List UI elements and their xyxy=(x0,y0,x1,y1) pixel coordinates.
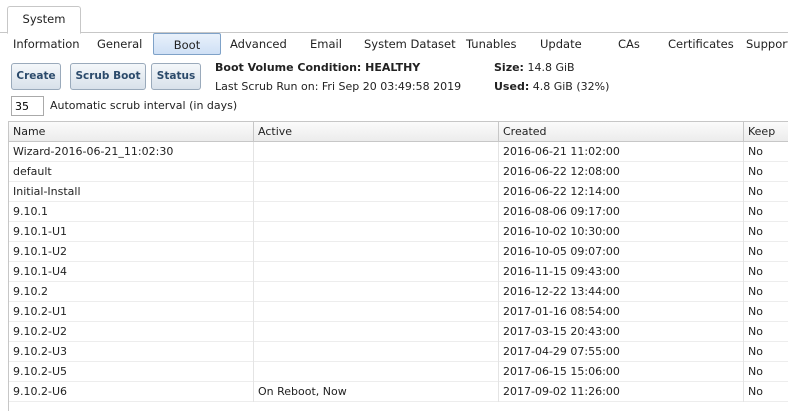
subnav-information[interactable]: Information xyxy=(13,33,80,55)
cell-active xyxy=(254,222,499,242)
grid-header: Name Active Created Keep xyxy=(9,122,788,142)
scrub-interval-input[interactable] xyxy=(11,96,44,116)
cell-created: 2016-10-05 09:07:00 xyxy=(499,242,744,262)
subnav-cas[interactable]: CAs xyxy=(618,33,640,55)
top-tabstrip: System xyxy=(0,0,788,34)
cell-name: 9.10.2-U3 xyxy=(9,342,254,362)
cell-name: 9.10.1 xyxy=(9,202,254,222)
subnav-email[interactable]: Email xyxy=(310,33,342,55)
column-header-name[interactable]: Name xyxy=(9,122,254,142)
cell-keep: No xyxy=(748,185,763,198)
table-row[interactable]: 9.10.2-U3 2017-04-29 07:55:00 No xyxy=(9,342,788,362)
subnav-update[interactable]: Update xyxy=(540,33,582,55)
cell-name: 9.10.2-U2 xyxy=(9,322,254,342)
boot-volume-condition: Boot Volume Condition: HEALTHY xyxy=(215,61,421,74)
cell-name: 9.10.1-U1 xyxy=(9,222,254,242)
cell-active xyxy=(254,282,499,302)
cell-name: 9.10.2 xyxy=(9,282,254,302)
scrub-interval-label: Automatic scrub interval (in days) xyxy=(50,99,238,112)
status-button[interactable]: Status xyxy=(151,63,201,90)
cell-created: 2017-01-16 08:54:00 xyxy=(499,302,744,322)
cell-active xyxy=(254,182,499,202)
cell-keep: No xyxy=(748,305,763,318)
table-row[interactable]: default 2016-06-22 12:08:00 No xyxy=(9,162,788,182)
cell-active xyxy=(254,162,499,182)
column-header-keep[interactable]: Keep xyxy=(744,122,788,142)
grid-body: Wizard-2016-06-21_11:02:30 2016-06-21 11:… xyxy=(9,142,788,402)
cell-name: 9.10.1-U2 xyxy=(9,242,254,262)
cell-created: 2016-06-22 12:08:00 xyxy=(499,162,744,182)
cell-name: Initial-Install xyxy=(9,182,254,202)
cell-created: 2016-06-21 11:02:00 xyxy=(499,142,744,162)
cell-keep: No xyxy=(748,205,763,218)
cell-active xyxy=(254,322,499,342)
column-header-created[interactable]: Created xyxy=(499,122,744,142)
cell-keep: No xyxy=(748,225,763,238)
cell-keep: No xyxy=(748,385,763,398)
cell-keep: No xyxy=(748,365,763,378)
cell-name: 9.10.2-U1 xyxy=(9,302,254,322)
subnav-general[interactable]: General xyxy=(97,33,142,55)
cell-keep: No xyxy=(748,325,763,338)
used-label: Used: xyxy=(494,80,530,93)
table-row[interactable]: 9.10.1-U1 2016-10-02 10:30:00 No xyxy=(9,222,788,242)
cell-created: 2016-11-15 09:43:00 xyxy=(499,262,744,282)
cell-keep: No xyxy=(748,145,763,158)
cell-created: 2016-10-02 10:30:00 xyxy=(499,222,744,242)
cell-active xyxy=(254,202,499,222)
create-button[interactable]: Create xyxy=(11,63,61,90)
system-subnav: Information General Boot Advanced Email … xyxy=(0,33,788,57)
cell-keep: No xyxy=(748,265,763,278)
size-label: Size: xyxy=(494,61,524,74)
cell-created: 2017-04-29 07:55:00 xyxy=(499,342,744,362)
subnav-system-dataset[interactable]: System Dataset xyxy=(364,33,456,55)
cell-created: 2016-06-22 12:14:00 xyxy=(499,182,744,202)
cell-active xyxy=(254,242,499,262)
table-row[interactable]: 9.10.2 2016-12-22 13:44:00 No xyxy=(9,282,788,302)
table-row[interactable]: 9.10.2-U5 2017-06-15 15:06:00 No xyxy=(9,362,788,382)
subnav-support[interactable]: Support xyxy=(746,33,788,55)
table-row[interactable]: 9.10.1 2016-08-06 09:17:00 No xyxy=(9,202,788,222)
cell-active xyxy=(254,362,499,382)
subnav-boot[interactable]: Boot xyxy=(153,33,221,55)
cell-keep: No xyxy=(748,345,763,358)
cell-name: Wizard-2016-06-21_11:02:30 xyxy=(9,142,254,162)
cell-created: 2017-03-15 20:43:00 xyxy=(499,322,744,342)
used-value: 4.8 GiB (32%) xyxy=(532,80,610,93)
last-scrub-run: Last Scrub Run on: Fri Sep 20 03:49:58 2… xyxy=(215,80,462,93)
tab-system[interactable]: System xyxy=(7,6,81,34)
cell-created: 2016-08-06 09:17:00 xyxy=(499,202,744,222)
cell-keep: No xyxy=(748,285,763,298)
table-row[interactable]: 9.10.1-U2 2016-10-05 09:07:00 No xyxy=(9,242,788,262)
subnav-tunables[interactable]: Tunables xyxy=(466,33,516,55)
cell-keep: No xyxy=(748,245,763,258)
boot-size: Size: 14.8 GiB xyxy=(494,61,575,74)
column-header-active[interactable]: Active xyxy=(254,122,499,142)
cell-name: 9.10.1-U4 xyxy=(9,262,254,282)
size-value: 14.8 GiB xyxy=(527,61,575,74)
table-row[interactable]: 9.10.2-U6 On Reboot, Now 2017-09-02 11:26:… xyxy=(9,382,788,402)
cell-active xyxy=(254,142,499,162)
cell-created: 2016-12-22 13:44:00 xyxy=(499,282,744,302)
cell-keep: No xyxy=(748,165,763,178)
boot-environments-grid: Name Active Created Keep Wizard-2016-06-… xyxy=(8,121,788,411)
cell-created: 2017-09-02 11:26:00 xyxy=(499,382,744,402)
subnav-advanced[interactable]: Advanced xyxy=(230,33,287,55)
cell-active xyxy=(254,342,499,362)
table-row[interactable]: 9.10.2-U1 2017-01-16 08:54:00 No xyxy=(9,302,788,322)
cell-name: 9.10.2-U6 xyxy=(9,382,254,402)
cell-name: default xyxy=(9,162,254,182)
cell-created: 2017-06-15 15:06:00 xyxy=(499,362,744,382)
table-row[interactable]: Wizard-2016-06-21_11:02:30 2016-06-21 11:… xyxy=(9,142,788,162)
table-row[interactable]: 9.10.1-U4 2016-11-15 09:43:00 No xyxy=(9,262,788,282)
table-row[interactable]: Initial-Install 2016-06-22 12:14:00 No xyxy=(9,182,788,202)
boot-used: Used: 4.8 GiB (32%) xyxy=(494,80,609,93)
cell-name: 9.10.2-U5 xyxy=(9,362,254,382)
cell-active xyxy=(254,262,499,282)
cell-active: On Reboot, Now xyxy=(254,382,499,402)
subnav-certificates[interactable]: Certificates xyxy=(668,33,734,55)
table-row[interactable]: 9.10.2-U2 2017-03-15 20:43:00 No xyxy=(9,322,788,342)
cell-active xyxy=(254,302,499,322)
scrub-boot-button[interactable]: Scrub Boot xyxy=(70,63,146,90)
